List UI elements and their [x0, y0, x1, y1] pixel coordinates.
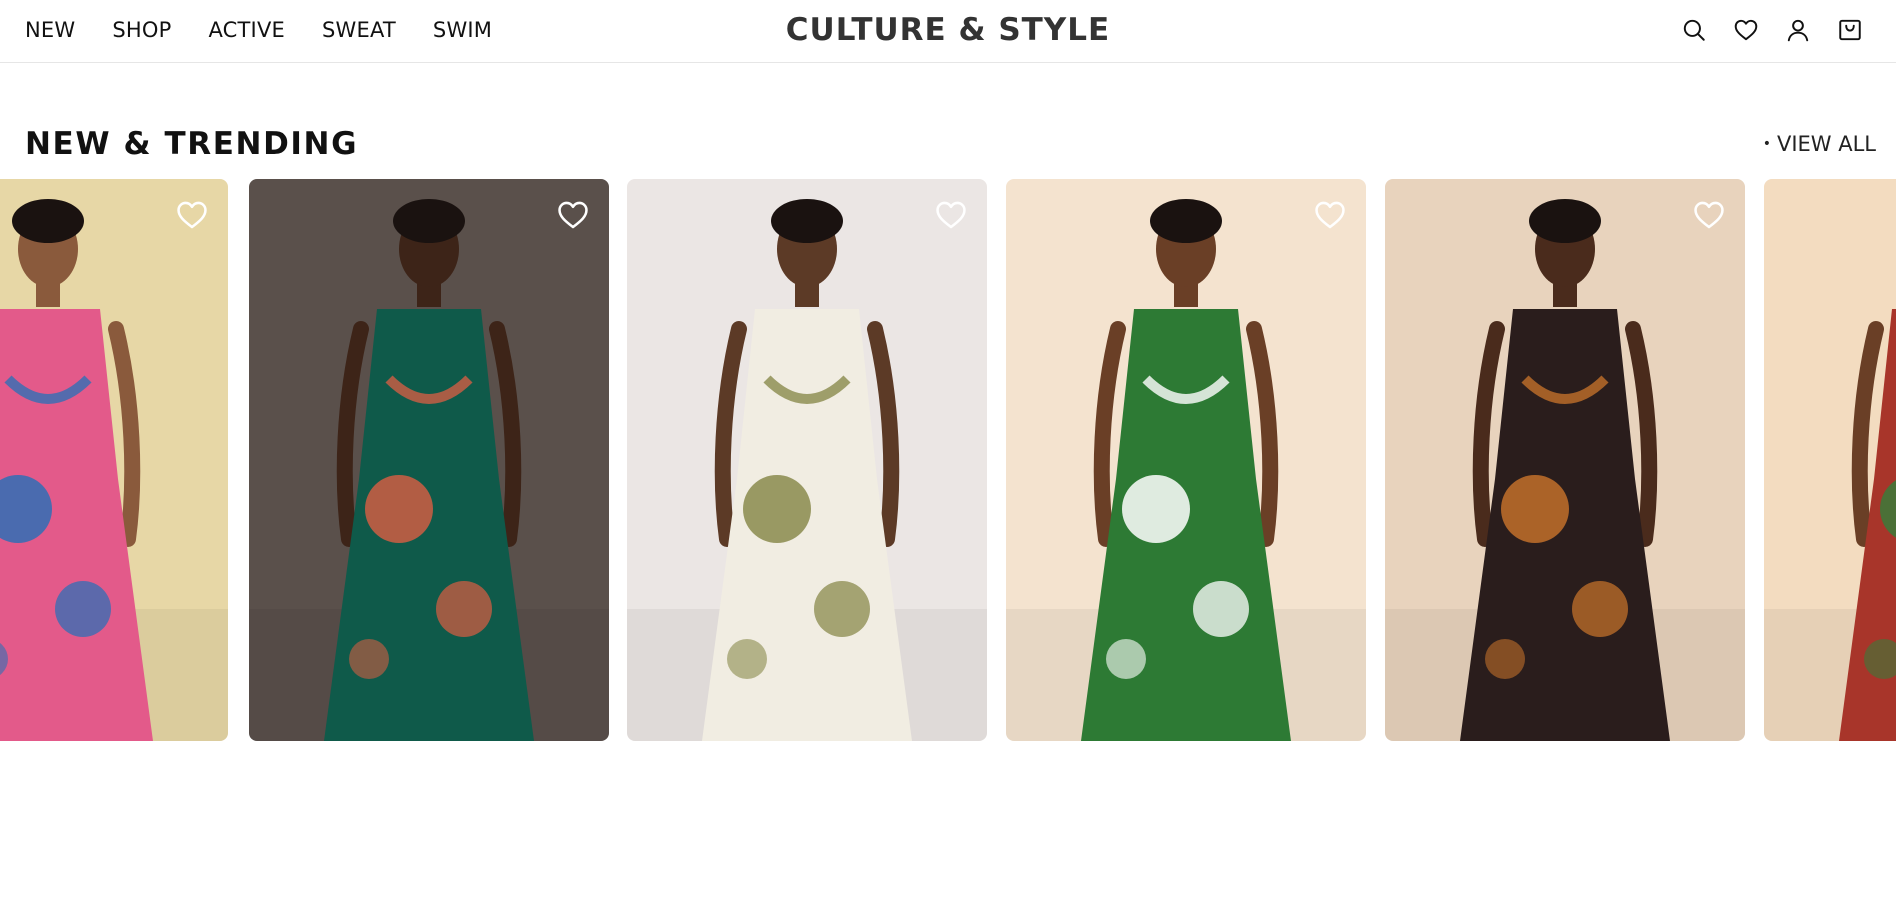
product-carousel[interactable] [0, 179, 1896, 741]
favorite-button[interactable] [1691, 197, 1727, 233]
view-all-bullet: • [1762, 136, 1771, 152]
nav-item-active[interactable]: ACTIVE [208, 16, 285, 44]
account-button[interactable] [1772, 15, 1824, 45]
heart-icon [1315, 201, 1345, 229]
product-card-red-print-dress[interactable] [1764, 179, 1896, 741]
product-card-green-leaf-print-romper[interactable] [1006, 179, 1366, 741]
heart-icon [936, 201, 966, 229]
heart-icon [177, 201, 207, 229]
favorite-button[interactable] [555, 197, 591, 233]
product-image [1764, 309, 1896, 741]
search-icon [1683, 19, 1705, 41]
product-card-black-tropical-print-jumpsuit[interactable] [1385, 179, 1745, 741]
product-image [249, 199, 609, 741]
section-title: NEW & TRENDING [25, 126, 359, 162]
favorite-button[interactable] [174, 197, 210, 233]
nav-item-new[interactable]: NEW [25, 16, 75, 44]
top-navigation-bar: NEW SHOP ACTIVE SWEAT SWIM CULTURE & STY… [0, 0, 1896, 63]
header-icons [1668, 15, 1876, 45]
favorite-button[interactable] [933, 197, 969, 233]
product-image [1006, 199, 1366, 741]
account-icon [1787, 19, 1809, 42]
heart-icon [1734, 19, 1758, 41]
heart-icon [558, 201, 588, 229]
main-nav: NEW SHOP ACTIVE SWEAT SWIM [25, 16, 529, 44]
wishlist-button[interactable] [1720, 15, 1772, 45]
view-all-link[interactable]: • VIEW ALL [1763, 130, 1876, 158]
product-card-olive-palm-print-set[interactable] [627, 179, 987, 741]
heart-icon [1694, 201, 1724, 229]
nav-item-shop[interactable]: SHOP [112, 16, 171, 44]
product-image [627, 199, 987, 741]
product-card-patchwork-print-maxi-dress[interactable] [0, 179, 228, 741]
bag-icon [1839, 19, 1861, 41]
product-image [0, 199, 228, 741]
nav-item-swim[interactable]: SWIM [433, 16, 492, 44]
nav-item-sweat[interactable]: SWEAT [322, 16, 396, 44]
product-image [1385, 199, 1745, 741]
search-button[interactable] [1668, 15, 1720, 45]
favorite-button[interactable] [1312, 197, 1348, 233]
view-all-label: VIEW ALL [1776, 132, 1876, 156]
brand-logo[interactable]: CULTURE & STYLE [786, 12, 1110, 48]
bag-button[interactable] [1824, 15, 1876, 45]
product-card-green-tie-dye-maxi-dress[interactable] [249, 179, 609, 741]
